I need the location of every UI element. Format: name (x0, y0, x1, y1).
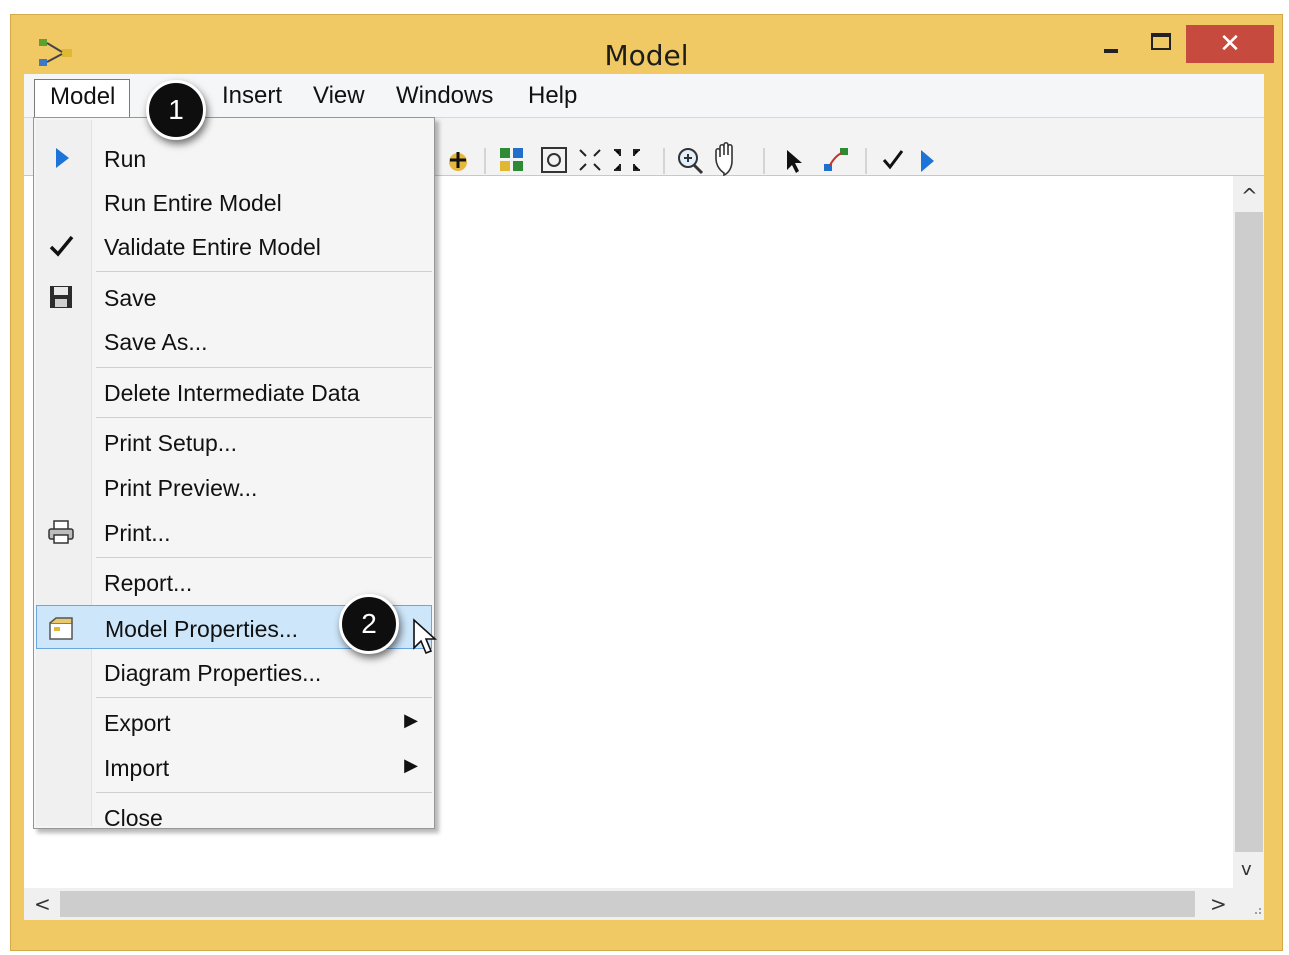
menu-model[interactable]: Model (34, 79, 130, 119)
scroll-down-icon[interactable]: v (1241, 860, 1252, 880)
menu-item-label: Model Properties... (105, 616, 299, 642)
vertical-scroll-thumb[interactable] (1235, 212, 1263, 852)
run-icon (56, 148, 69, 168)
vertical-scrollbar[interactable]: ^ v (1233, 176, 1264, 888)
menu-item-label: Import (104, 755, 170, 781)
menu-item-print[interactable]: Print... (36, 510, 432, 554)
menu-windows[interactable]: Windows (396, 79, 493, 113)
menu-item-export[interactable]: Export ▶ (36, 700, 432, 744)
add-data-icon[interactable] (449, 152, 467, 171)
menu-item-label: Validate Entire Model (104, 234, 321, 260)
close-icon: ✕ (1219, 29, 1241, 59)
horizontal-scrollbar[interactable]: < > (24, 888, 1233, 920)
validate-check-icon[interactable] (882, 150, 904, 170)
menu-item-label: Diagram Properties... (104, 660, 322, 686)
model-properties-icon (49, 617, 73, 640)
menu-separator (96, 557, 432, 558)
menu-item-save-as[interactable]: Save As... (36, 319, 432, 363)
resize-grip-icon (1255, 908, 1261, 914)
menu-item-diagram-properties[interactable]: Diagram Properties... (36, 650, 432, 694)
menu-item-import[interactable]: Import ▶ (36, 745, 432, 789)
menu-item-delete-intermediate-data[interactable]: Delete Intermediate Data (36, 370, 432, 414)
menu-item-label: Report... (104, 570, 193, 596)
menu-separator (96, 367, 432, 368)
menu-item-print-preview[interactable]: Print Preview... (36, 465, 432, 509)
step-badge-2: 2 (339, 594, 399, 654)
print-icon (48, 520, 74, 544)
menu-item-label: Run (104, 146, 147, 172)
zoom-in-fixed-icon[interactable] (579, 149, 601, 171)
scroll-left-icon[interactable]: < (34, 894, 51, 914)
menu-item-print-setup[interactable]: Print Setup... (36, 420, 432, 464)
menu-separator (96, 271, 432, 272)
menu-item-save[interactable]: Save (36, 275, 432, 319)
menu-item-label: Export (104, 710, 171, 736)
menu-insert[interactable]: Insert (222, 79, 282, 113)
menu-view[interactable]: View (313, 79, 365, 113)
menu-item-label: Print Preview... (104, 475, 258, 501)
menu-bar: Model Insert View Windows Help (24, 74, 1264, 119)
menu-separator (96, 697, 432, 698)
submenu-arrow-icon: ▶ (404, 755, 418, 775)
submenu-arrow-icon: ▶ (404, 710, 418, 730)
model-dropdown-menu: Run Run Entire Model Validate Entire Mod… (33, 117, 435, 831)
connect-icon[interactable] (824, 148, 848, 171)
full-extent-icon[interactable] (541, 147, 567, 173)
menu-item-close[interactable]: Close (36, 795, 432, 839)
horizontal-scroll-thumb[interactable] (60, 891, 1195, 917)
menu-item-label: Delete Intermediate Data (104, 380, 360, 406)
menu-separator (96, 792, 432, 793)
run-icon[interactable] (921, 150, 934, 172)
maximize-icon (1151, 32, 1171, 50)
close-button[interactable]: ✕ (1186, 25, 1274, 63)
menu-item-run-entire-model[interactable]: Run Entire Model (36, 180, 432, 224)
menu-item-label: Save As... (104, 329, 208, 355)
scroll-up-icon[interactable]: ^ (1241, 186, 1258, 206)
pan-hand-icon[interactable] (715, 141, 733, 177)
auto-layout-icon[interactable] (500, 148, 523, 171)
mouse-cursor-icon (413, 618, 438, 655)
checkmark-icon (49, 235, 74, 257)
menu-item-label: Run Entire Model (104, 190, 282, 216)
menu-item-label: Print... (104, 520, 171, 546)
resize-grip[interactable] (1233, 888, 1264, 920)
step-badge-1: 1 (146, 80, 206, 140)
save-icon (50, 286, 72, 308)
menu-item-run[interactable]: Run (36, 136, 432, 180)
menu-separator (96, 417, 432, 418)
minimize-icon (1104, 49, 1118, 53)
menu-item-label: Print Setup... (104, 430, 237, 456)
menu-item-validate-entire-model[interactable]: Validate Entire Model (36, 224, 432, 268)
zoom-icon[interactable] (678, 148, 704, 175)
maximize-button[interactable] (1136, 25, 1186, 63)
zoom-out-fixed-icon[interactable] (614, 149, 640, 171)
menu-help[interactable]: Help (528, 79, 577, 113)
menu-item-label: Close (104, 805, 163, 831)
minimize-button[interactable] (1086, 25, 1136, 63)
select-arrow-icon[interactable] (787, 150, 802, 173)
scroll-right-icon[interactable]: > (1210, 894, 1227, 914)
menu-item-label: Save (104, 285, 157, 311)
